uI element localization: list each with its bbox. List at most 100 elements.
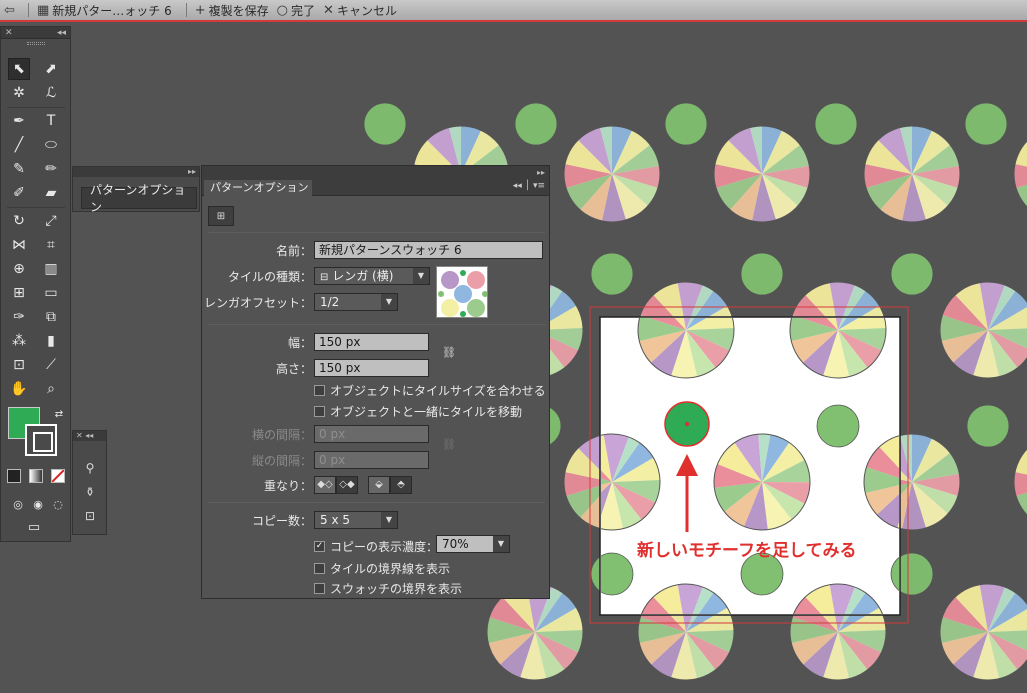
mesh-tool-icon[interactable]: ⊞ (8, 282, 30, 304)
none-mode-icon[interactable] (51, 469, 65, 483)
circle-motif (363, 102, 407, 146)
stroke-color-swatch[interactable] (25, 424, 57, 456)
scale-tool-icon[interactable]: ⤢ (40, 210, 62, 232)
swap-colors-icon[interactable]: ⇄ (48, 403, 70, 425)
chevron-down-icon: ▼ (381, 512, 397, 528)
selection-center-point (685, 422, 689, 426)
swatch-preview-image (438, 270, 487, 317)
dim-copies-value: 70% (442, 537, 469, 551)
v-spacing-label: 縦の間隔： (251, 454, 312, 468)
circle-motif (816, 404, 860, 448)
rotate-tool-icon[interactable]: ↻ (8, 210, 30, 232)
pencil-tool-icon[interactable]: ✏ (40, 158, 62, 180)
exit-isolation-button[interactable]: ⇦ (2, 0, 20, 20)
show-swatch-bounds-checkbox[interactable]: スウォッチの境界を表示 (314, 580, 462, 597)
close-icon[interactable]: ✕ (5, 27, 13, 38)
tile-edit-toolbar: ✕ ◂◂ ⚲ ⚱ ⊡ (72, 430, 107, 535)
chevron-down-icon: ▼ (381, 294, 397, 310)
artboard-tool-icon[interactable]: ⊡ (8, 354, 30, 376)
zoom-tool-icon[interactable]: ⌕ (40, 378, 62, 400)
circle-motif (664, 102, 708, 146)
blob-brush-tool-icon[interactable]: ✐ (8, 182, 30, 204)
move-tile-checkbox[interactable]: オブジェクトと一緒にタイルを移動 (314, 403, 522, 420)
free-transform-tool-icon[interactable]: ⌗ (40, 234, 62, 256)
brick-offset-select[interactable]: 1/2 ▼ (314, 293, 398, 311)
gradient-mode-icon[interactable] (29, 469, 43, 483)
annotation-text: 新しいモチーフを足してみる (637, 541, 857, 561)
done-button[interactable]: ○ 完了 (277, 0, 315, 20)
circle-motif (814, 102, 858, 146)
expand-icon[interactable]: ▸▸ (537, 166, 545, 180)
gradient-tool-icon[interactable]: ▭ (40, 282, 62, 304)
tile-type-select[interactable]: ⊟ レンガ (横) ▼ (314, 267, 430, 285)
width-field[interactable]: 150 px (314, 333, 429, 351)
color-mode-icon[interactable] (7, 469, 21, 483)
column-graph-tool-icon[interactable]: ▮ (40, 330, 62, 352)
done-label: 完了 (291, 3, 316, 18)
overlap-top-front-icon[interactable]: ⬙ (368, 476, 390, 494)
shape-builder-tool-icon[interactable]: ⊕ (8, 258, 30, 280)
fit-tile-checkbox[interactable]: オブジェクトにタイルサイズを合わせる (314, 382, 546, 399)
brick-offset-value: 1/2 (320, 295, 340, 309)
tools-panel: ✕ ◂◂ ⬉ ⬈ ✲ ℒ ✒ T ╱ ⬭ ✎ ✏ ✐ ▰ ↻ ⤢ ⋈ ⌗ ⊕ ▥ … (0, 26, 71, 542)
eraser-tool-icon[interactable]: ▰ (40, 182, 62, 204)
screen-mode-icon[interactable]: ▭ (23, 516, 45, 538)
collapse-icon[interactable]: ◂◂ (57, 27, 66, 38)
direct-selection-tool-icon[interactable]: ⬈ (40, 58, 62, 80)
width-tool-icon[interactable]: ⋈ (8, 234, 30, 256)
perspective-grid-tool-icon[interactable]: ▥ (40, 258, 62, 280)
pen-tool-icon[interactable]: ✒ (8, 110, 30, 132)
tab-pattern-options[interactable]: パターンオプション (204, 180, 312, 197)
line-tool-icon[interactable]: ╱ (8, 134, 30, 156)
show-tile-edge-checkbox[interactable]: タイルの境界線を表示 (314, 560, 450, 577)
divider (208, 232, 545, 233)
type-tool-icon[interactable]: T (40, 110, 62, 132)
name-field[interactable]: 新規パターンスウォッチ 6 (314, 241, 543, 259)
draw-normal-icon[interactable]: ◎ (7, 493, 29, 515)
cancel-button[interactable]: ✕ キャンセル (323, 0, 397, 20)
draw-behind-icon[interactable]: ◉ (27, 493, 49, 515)
plus-icon: + (194, 2, 206, 18)
ellipse-tool-icon[interactable]: ⬭ (40, 134, 62, 156)
save-copy-button[interactable]: + 複製を保存 (195, 0, 269, 20)
panel-menu-icon[interactable]: ◂◂ │ ▾≡ (513, 181, 545, 191)
copies-select[interactable]: 5 x 5 ▼ (314, 511, 398, 529)
draw-inside-icon[interactable]: ◌ (47, 493, 69, 515)
checkbox-box (314, 563, 325, 574)
hand-tool-icon[interactable]: ✋ (8, 378, 30, 400)
lasso-tool-icon[interactable]: ℒ (40, 82, 62, 104)
overlap-right-front-icon[interactable]: ◇◆ (336, 476, 358, 494)
move-tile-label: オブジェクトと一緒にタイルを移動 (330, 405, 523, 419)
paintbucket-tool-icon[interactable]: ⚱ (81, 485, 99, 503)
blend-tool-icon[interactable]: ⧉ (40, 306, 62, 328)
eyedropper-tool-icon[interactable]: ✑ (8, 306, 30, 328)
mini-panel-header: ✕ ◂◂ (73, 431, 106, 441)
fit-tile-label: オブジェクトにタイルサイズを合わせる (330, 384, 546, 398)
link-proportions-icon[interactable]: ⛓ (442, 346, 456, 359)
slice-tool-icon[interactable]: ⟋ (40, 354, 62, 376)
circle-motif (964, 102, 1008, 146)
overlap-bottom-front-icon[interactable]: ⬘ (390, 476, 412, 494)
save-copy-label: 複製を保存 (208, 3, 269, 18)
pattern-tile-tool-button[interactable]: ⊞ (208, 206, 234, 226)
selection-tool-icon[interactable]: ⬉ (8, 58, 30, 80)
magic-wand-tool-icon[interactable]: ✲ (8, 82, 30, 104)
symbol-sprayer-tool-icon[interactable]: ⁂ (8, 330, 30, 352)
overlap-left-front-icon[interactable]: ◆◇ (314, 476, 336, 494)
pattern-options-dock-label: パターンオプション (90, 183, 186, 214)
checkbox-checked-icon: ✓ (314, 541, 325, 552)
circle-motif (590, 252, 634, 296)
pattern-tile-tool-icon[interactable]: ⚲ (81, 461, 99, 479)
close-icon[interactable]: ✕ ◂◂ (76, 431, 93, 440)
crop-tile-tool-icon[interactable]: ⊡ (81, 509, 99, 527)
circle-icon: ○ (276, 2, 289, 18)
copies-value: 5 x 5 (320, 513, 350, 527)
dim-copies-select[interactable]: 70% ▼ (436, 535, 510, 553)
pie-motif (920, 262, 1027, 398)
paintbrush-tool-icon[interactable]: ✎ (8, 158, 30, 180)
height-field[interactable]: 150 px (314, 359, 429, 377)
dim-copies-checkbox[interactable]: ✓ コピーの表示濃度： (314, 538, 438, 555)
pattern-options-dock-button[interactable]: パターンオプション (81, 183, 197, 214)
cancel-label: キャンセル (336, 3, 397, 18)
panel-grip[interactable] (1, 39, 70, 47)
